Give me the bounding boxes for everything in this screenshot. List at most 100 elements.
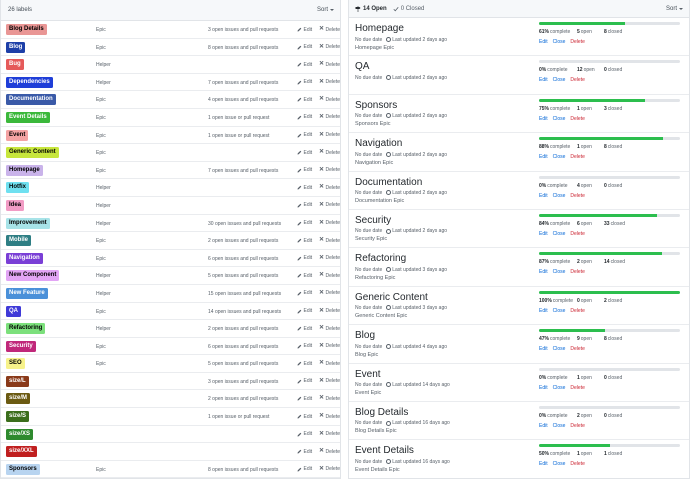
label-badge[interactable]: New Feature: [6, 287, 48, 299]
label-badge[interactable]: Navigation: [6, 252, 43, 264]
milestone-edit-link[interactable]: Edit: [539, 154, 548, 160]
label-delete-button[interactable]: ✕ Delete: [319, 308, 340, 315]
milestone-edit-link[interactable]: Edit: [539, 461, 548, 467]
label-edit-button[interactable]: Edit: [297, 185, 312, 191]
label-delete-button[interactable]: ✕ Delete: [319, 360, 340, 367]
label-badge[interactable]: Mobile: [6, 235, 31, 247]
label-issue-count-link[interactable]: 3 open issues and pull requests: [208, 27, 278, 33]
milestone-close-link[interactable]: Close: [553, 423, 566, 429]
label-edit-button[interactable]: Edit: [297, 62, 312, 68]
label-issue-count-link[interactable]: 1 open issue or pull request: [208, 133, 269, 139]
milestone-edit-link[interactable]: Edit: [539, 308, 548, 314]
milestones-sort-dropdown[interactable]: Sort: [666, 6, 683, 12]
label-badge[interactable]: size/XS: [6, 428, 34, 440]
label-delete-button[interactable]: ✕ Delete: [319, 255, 340, 262]
label-edit-button[interactable]: Edit: [297, 97, 312, 103]
milestone-edit-link[interactable]: Edit: [539, 346, 548, 352]
milestone-close-link[interactable]: Close: [553, 269, 566, 275]
milestone-delete-link[interactable]: Delete: [570, 423, 584, 429]
label-edit-button[interactable]: Edit: [297, 150, 312, 156]
milestone-title-link[interactable]: Refactoring: [355, 253, 406, 264]
label-issue-count-link[interactable]: 4 open issues and pull requests: [208, 97, 278, 103]
milestone-title-link[interactable]: Generic Content: [355, 292, 428, 303]
label-delete-button[interactable]: ✕ Delete: [319, 395, 340, 402]
label-edit-button[interactable]: Edit: [297, 378, 312, 384]
label-delete-button[interactable]: ✕ Delete: [319, 343, 340, 350]
label-badge[interactable]: Homepage: [6, 164, 43, 176]
label-badge[interactable]: Blog: [6, 41, 26, 53]
milestone-delete-link[interactable]: Delete: [570, 385, 584, 391]
label-issue-count-link[interactable]: 8 open issues and pull requests: [208, 45, 278, 51]
milestone-title-link[interactable]: Navigation: [355, 138, 402, 149]
label-delete-button[interactable]: ✕ Delete: [319, 149, 340, 156]
milestone-delete-link[interactable]: Delete: [570, 346, 584, 352]
milestone-edit-link[interactable]: Edit: [539, 423, 548, 429]
milestone-title-link[interactable]: Homepage: [355, 23, 404, 34]
label-issue-count-link[interactable]: 5 open issues and pull requests: [208, 273, 278, 279]
milestone-close-link[interactable]: Close: [553, 385, 566, 391]
label-edit-button[interactable]: Edit: [297, 290, 312, 296]
label-delete-button[interactable]: ✕ Delete: [319, 184, 340, 191]
milestone-edit-link[interactable]: Edit: [539, 39, 548, 45]
label-issue-count-link[interactable]: 2 open issues and pull requests: [208, 238, 278, 244]
label-issue-count-link[interactable]: 6 open issues and pull requests: [208, 256, 278, 262]
label-badge[interactable]: Security: [6, 340, 36, 352]
milestone-close-link[interactable]: Close: [553, 39, 566, 45]
label-badge[interactable]: size/S: [6, 411, 30, 423]
milestone-title-link[interactable]: Event Details: [355, 445, 414, 456]
label-edit-button[interactable]: Edit: [297, 361, 312, 367]
label-edit-button[interactable]: Edit: [297, 255, 312, 261]
milestone-title-link[interactable]: Security: [355, 215, 391, 226]
label-edit-button[interactable]: Edit: [297, 220, 312, 226]
label-badge[interactable]: Hotfix: [6, 182, 29, 194]
label-issue-count-link[interactable]: 30 open issues and pull requests: [208, 221, 281, 227]
milestone-title-link[interactable]: Documentation: [355, 177, 422, 188]
milestone-delete-link[interactable]: Delete: [570, 116, 584, 122]
label-issue-count-link[interactable]: 7 open issues and pull requests: [208, 168, 278, 174]
label-edit-button[interactable]: Edit: [297, 273, 312, 279]
label-issue-count-link[interactable]: 1 open issue or pull request: [208, 115, 269, 121]
milestone-title-link[interactable]: Blog Details: [355, 407, 408, 418]
label-issue-count-link[interactable]: 1 open issue or pull request: [208, 414, 269, 420]
label-issue-count-link[interactable]: 7 open issues and pull requests: [208, 80, 278, 86]
label-delete-button[interactable]: ✕ Delete: [319, 325, 340, 332]
label-badge[interactable]: Idea: [6, 199, 25, 211]
label-edit-button[interactable]: Edit: [297, 396, 312, 402]
label-delete-button[interactable]: ✕ Delete: [319, 79, 340, 86]
milestone-close-link[interactable]: Close: [553, 116, 566, 122]
label-badge[interactable]: Documentation: [6, 94, 56, 106]
label-badge[interactable]: Generic Content: [6, 147, 59, 159]
milestone-title-link[interactable]: Sponsors: [355, 100, 397, 111]
label-badge[interactable]: size/L: [6, 375, 29, 387]
milestone-close-link[interactable]: Close: [553, 461, 566, 467]
label-edit-button[interactable]: Edit: [297, 466, 312, 472]
label-badge[interactable]: Event: [6, 129, 29, 141]
label-edit-button[interactable]: Edit: [297, 27, 312, 33]
label-edit-button[interactable]: Edit: [297, 44, 312, 50]
label-issue-count-link[interactable]: 8 open issues and pull requests: [208, 467, 278, 473]
label-edit-button[interactable]: Edit: [297, 132, 312, 138]
label-issue-count-link[interactable]: 15 open issues and pull requests: [208, 291, 281, 297]
milestone-close-link[interactable]: Close: [553, 308, 566, 314]
milestone-title-link[interactable]: Event: [355, 369, 381, 380]
label-badge[interactable]: Refactoring: [6, 323, 46, 335]
milestone-edit-link[interactable]: Edit: [539, 77, 548, 83]
label-delete-button[interactable]: ✕ Delete: [319, 448, 340, 455]
label-edit-button[interactable]: Edit: [297, 431, 312, 437]
milestone-edit-link[interactable]: Edit: [539, 193, 548, 199]
milestone-close-link[interactable]: Close: [553, 346, 566, 352]
milestone-delete-link[interactable]: Delete: [570, 231, 584, 237]
milestone-delete-link[interactable]: Delete: [570, 39, 584, 45]
milestone-close-link[interactable]: Close: [553, 154, 566, 160]
milestone-title-link[interactable]: QA: [355, 61, 369, 72]
label-issue-count-link[interactable]: 5 open issues and pull requests: [208, 361, 278, 367]
label-edit-button[interactable]: Edit: [297, 449, 312, 455]
label-badge[interactable]: Improvement: [6, 217, 50, 229]
tab-open-milestones[interactable]: 14 Open: [355, 5, 387, 12]
milestone-delete-link[interactable]: Delete: [570, 193, 584, 199]
label-edit-button[interactable]: Edit: [297, 343, 312, 349]
label-badge[interactable]: size/XXL: [6, 446, 37, 458]
label-delete-button[interactable]: ✕ Delete: [319, 96, 340, 103]
label-edit-button[interactable]: Edit: [297, 202, 312, 208]
milestone-delete-link[interactable]: Delete: [570, 308, 584, 314]
